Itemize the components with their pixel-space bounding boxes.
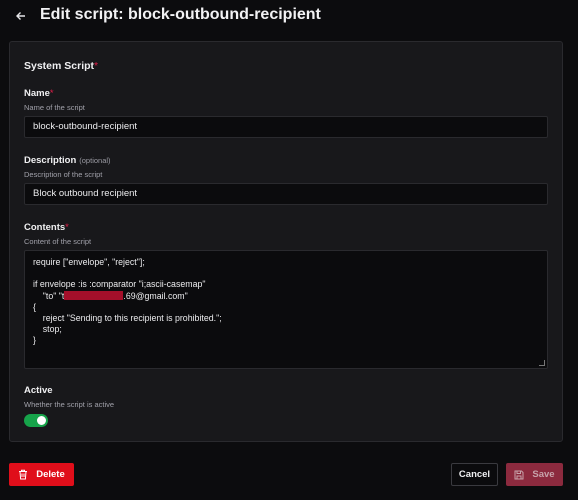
contents-label: Contents* xyxy=(24,222,69,233)
active-label: Active xyxy=(24,385,53,396)
trash-icon xyxy=(19,469,28,480)
description-input[interactable]: Block outbound recipient xyxy=(24,183,548,205)
code-fragment: "to" "t xyxy=(33,290,65,301)
delete-button[interactable]: Delete xyxy=(9,463,74,486)
redaction-block xyxy=(64,290,124,300)
active-help: Whether the script is active xyxy=(24,400,115,409)
resize-handle[interactable] xyxy=(539,360,545,366)
save-button[interactable]: Save xyxy=(506,463,563,486)
code-line: require ["envelope", "reject"]; xyxy=(33,257,145,267)
delete-label: Delete xyxy=(36,469,65,480)
toggle-knob xyxy=(37,416,46,425)
page-title: Edit script: block-outbound-recipient xyxy=(40,6,321,23)
save-label: Save xyxy=(532,469,555,480)
description-label: Description (optional) xyxy=(24,155,111,166)
cancel-label: Cancel xyxy=(458,469,491,480)
name-label: Name* xyxy=(24,88,54,99)
section-title: System Script* xyxy=(24,60,99,72)
contents-help: Content of the script xyxy=(24,237,92,246)
arrow-left-icon[interactable] xyxy=(13,9,29,25)
code-fragment: .69@gmail.com" xyxy=(123,290,188,301)
name-input[interactable]: block-outbound-recipient xyxy=(24,116,548,138)
code-line: if envelope :is :comparator "i;ascii-cas… xyxy=(33,279,206,290)
code-line: "to" "t .69@gmail.com" xyxy=(33,290,539,302)
code-line: } xyxy=(33,335,36,346)
page-header: Edit script: block-outbound-recipient xyxy=(0,0,578,34)
active-toggle[interactable] xyxy=(24,414,48,427)
description-help: Description of the script xyxy=(24,170,103,179)
back-arrow-svg xyxy=(16,12,25,20)
cancel-button[interactable]: Cancel xyxy=(451,463,498,486)
save-icon xyxy=(514,470,524,479)
code-line: stop; xyxy=(33,324,62,335)
code-line: { xyxy=(33,301,36,312)
contents-textarea[interactable]: require ["envelope", "reject"]; if envel… xyxy=(24,250,548,369)
code-line: reject "Sending to this recipient is pro… xyxy=(33,312,222,323)
script-form-card: System Script* Name* Name of the script … xyxy=(9,41,563,442)
name-help: Name of the script xyxy=(24,103,85,112)
